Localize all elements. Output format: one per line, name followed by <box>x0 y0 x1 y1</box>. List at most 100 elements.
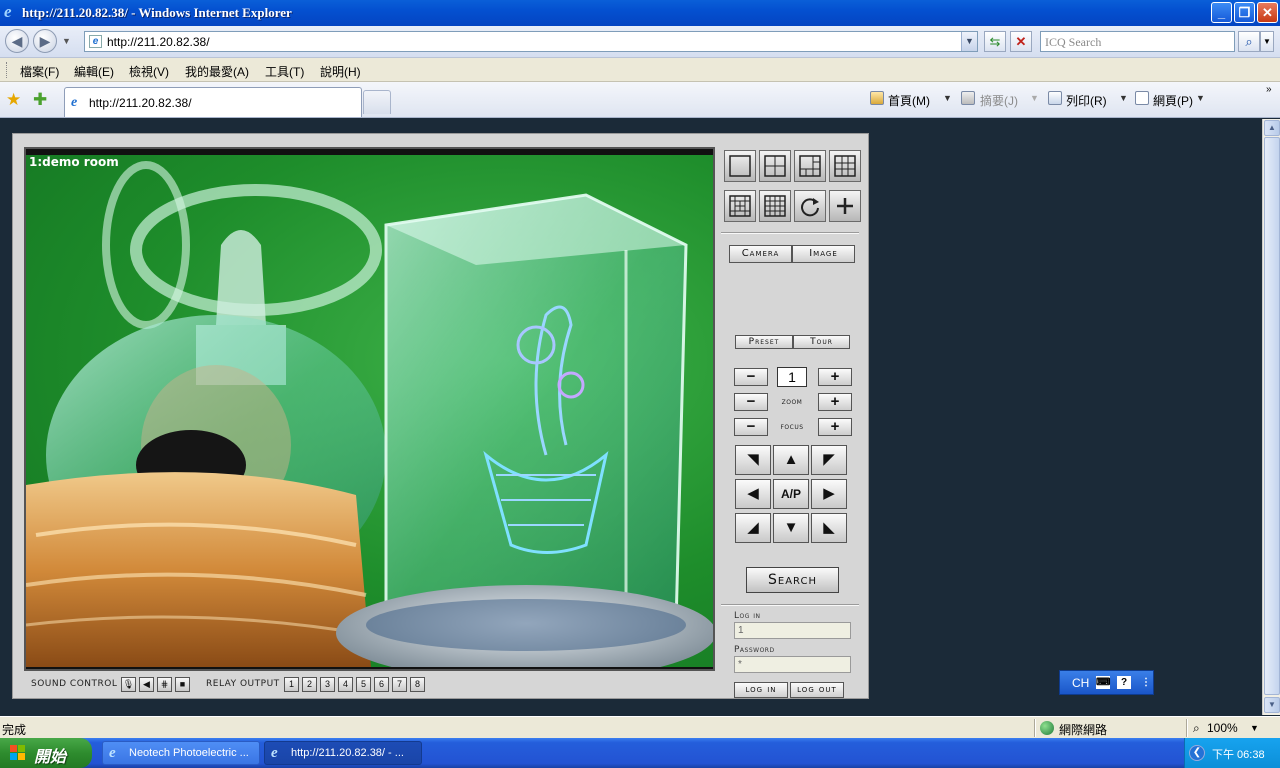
feeds-button[interactable]: 摘要(J) <box>980 92 1018 109</box>
layout-1-button[interactable] <box>724 150 756 182</box>
tour-button[interactable]: Tour <box>793 335 850 349</box>
scroll-thumb[interactable] <box>1264 137 1280 695</box>
minimize-button[interactable]: _ <box>1211 2 1232 23</box>
layout-9-button[interactable] <box>829 150 861 182</box>
feeds-dropdown-icon[interactable]: ▼ <box>1030 93 1039 103</box>
audio-mix-icon[interactable]: ⋕ <box>157 677 172 692</box>
keyboard-icon[interactable]: ⌨ <box>1096 676 1110 689</box>
address-url[interactable]: http://211.20.82.38/ <box>107 35 210 49</box>
ptz-right-button[interactable]: ▶ <box>811 479 847 509</box>
taskbar-item[interactable]: e http://211.20.82.38/ - ... <box>264 741 422 765</box>
restore-button[interactable]: ❐ <box>1234 2 1255 23</box>
relay-button[interactable]: 4 <box>338 677 353 692</box>
show-hidden-icons-icon[interactable]: ❮ <box>1189 745 1205 761</box>
layout-16-button[interactable] <box>759 190 791 222</box>
more-chevron-icon[interactable]: » <box>1266 84 1272 95</box>
add-favorite-icon[interactable]: ✚ <box>33 90 47 110</box>
page-dropdown-icon[interactable]: ▼ <box>1196 93 1205 103</box>
relay-button[interactable]: 2 <box>302 677 317 692</box>
preset-minus-button[interactable]: − <box>734 368 768 386</box>
clock[interactable]: 下午 06:38 <box>1212 746 1265 762</box>
address-dropdown-icon[interactable]: ▼ <box>961 32 977 51</box>
menu-tools[interactable]: 工具(T) <box>265 63 304 80</box>
page-menu-icon[interactable] <box>1135 91 1149 105</box>
history-dropdown-icon[interactable]: ▼ <box>62 36 71 46</box>
print-dropdown-icon[interactable]: ▼ <box>1119 93 1128 103</box>
menu-edit[interactable]: 編輯(E) <box>74 63 114 80</box>
menu-file[interactable]: 檔案(F) <box>20 63 59 80</box>
zoom-icon[interactable]: ⌕ <box>1193 721 1200 736</box>
password-field[interactable]: * <box>734 656 851 673</box>
preset-number[interactable]: 1 <box>777 367 807 387</box>
cycle-button[interactable] <box>794 190 826 222</box>
stop-audio-icon[interactable]: ■ <box>175 677 190 692</box>
relay-button[interactable]: 3 <box>320 677 335 692</box>
search-options-button[interactable]: ▼ <box>1260 31 1274 52</box>
layout-4-button[interactable] <box>759 150 791 182</box>
language-bar[interactable]: CH ⌨ ? ⋮ <box>1059 670 1154 695</box>
camera-video[interactable]: 1:demo room <box>24 147 715 671</box>
menu-favorites[interactable]: 我的最愛(A) <box>185 63 249 80</box>
layout-13-button[interactable] <box>724 190 756 222</box>
ptz-down-right-button[interactable]: ◣ <box>811 513 847 543</box>
close-button[interactable]: ✕ <box>1257 2 1278 23</box>
ptz-up-left-button[interactable]: ◥ <box>735 445 771 475</box>
layout-6-button[interactable] <box>794 150 826 182</box>
zoom-dropdown-icon[interactable]: ▼ <box>1250 723 1259 733</box>
speaker-icon[interactable]: ◀ <box>139 677 154 692</box>
menu-view[interactable]: 檢視(V) <box>129 63 169 80</box>
taskbar-item[interactable]: e Neotech Photoelectric ... <box>102 741 260 765</box>
relay-button[interactable]: 1 <box>284 677 299 692</box>
forward-button[interactable]: ▶ <box>33 29 57 53</box>
search-button[interactable]: Search <box>746 567 839 593</box>
address-field[interactable]: e http://211.20.82.38/ ▼ <box>84 31 978 52</box>
language-indicator[interactable]: CH <box>1072 676 1089 690</box>
vertical-scrollbar[interactable]: ▲ ▼ <box>1262 119 1280 715</box>
preset-plus-button[interactable]: + <box>818 368 852 386</box>
focus-far-button[interactable]: + <box>818 418 852 436</box>
login-field[interactable]: 1 <box>734 622 851 639</box>
relay-button[interactable]: 8 <box>410 677 425 692</box>
microphone-icon[interactable]: 🎙 <box>121 677 136 692</box>
relay-button[interactable]: 6 <box>374 677 389 692</box>
print-button[interactable]: 列印(R) <box>1066 92 1107 109</box>
preset-button[interactable]: Preset <box>735 335 793 349</box>
refresh-button[interactable]: ⇆ <box>984 31 1006 52</box>
zoom-level[interactable]: 100% <box>1207 721 1238 735</box>
ptz-down-button[interactable]: ▼ <box>773 513 809 543</box>
home-icon[interactable] <box>870 91 884 105</box>
relay-button[interactable]: 5 <box>356 677 371 692</box>
search-input[interactable]: ICQ Search <box>1040 31 1235 52</box>
scroll-up-button[interactable]: ▲ <box>1264 120 1280 136</box>
add-button[interactable] <box>829 190 861 222</box>
login-button[interactable]: log in <box>734 682 788 698</box>
page-button[interactable]: 網頁(P) <box>1153 92 1193 109</box>
favorites-star-icon[interactable]: ★ <box>6 90 21 110</box>
back-button[interactable]: ◀ <box>5 29 29 53</box>
scroll-down-button[interactable]: ▼ <box>1264 697 1280 713</box>
ptz-up-right-button[interactable]: ◤ <box>811 445 847 475</box>
start-button[interactable]: 開始 <box>0 738 92 768</box>
ptz-down-left-button[interactable]: ◢ <box>735 513 771 543</box>
help-icon[interactable]: ? <box>1117 676 1131 689</box>
tab-active[interactable]: e http://211.20.82.38/ <box>64 87 362 117</box>
auto-pan-button[interactable]: A/P <box>773 479 809 509</box>
relay-button[interactable]: 7 <box>392 677 407 692</box>
logout-button[interactable]: log out <box>790 682 844 698</box>
focus-near-button[interactable]: − <box>734 418 768 436</box>
home-button[interactable]: 首頁(M) <box>888 92 930 109</box>
new-tab-button[interactable] <box>363 90 391 114</box>
stop-button[interactable]: ✕ <box>1010 31 1032 52</box>
printer-icon[interactable] <box>1048 91 1062 105</box>
zoom-out-button[interactable]: − <box>734 393 768 411</box>
ptz-up-button[interactable]: ▲ <box>773 445 809 475</box>
address-row: ◀ ▶ ▼ e http://211.20.82.38/ ▼ ⇆ ✕ ICQ S… <box>0 26 1280 58</box>
language-options-icon[interactable]: ⋮ <box>1139 676 1153 689</box>
zoom-in-button[interactable]: + <box>818 393 852 411</box>
search-button[interactable]: ⌕ <box>1238 31 1260 52</box>
camera-button[interactable]: Camera <box>729 245 792 263</box>
menu-help[interactable]: 說明(H) <box>320 63 361 80</box>
home-dropdown-icon[interactable]: ▼ <box>943 93 952 103</box>
image-button[interactable]: Image <box>792 245 855 263</box>
ptz-left-button[interactable]: ◀ <box>735 479 771 509</box>
